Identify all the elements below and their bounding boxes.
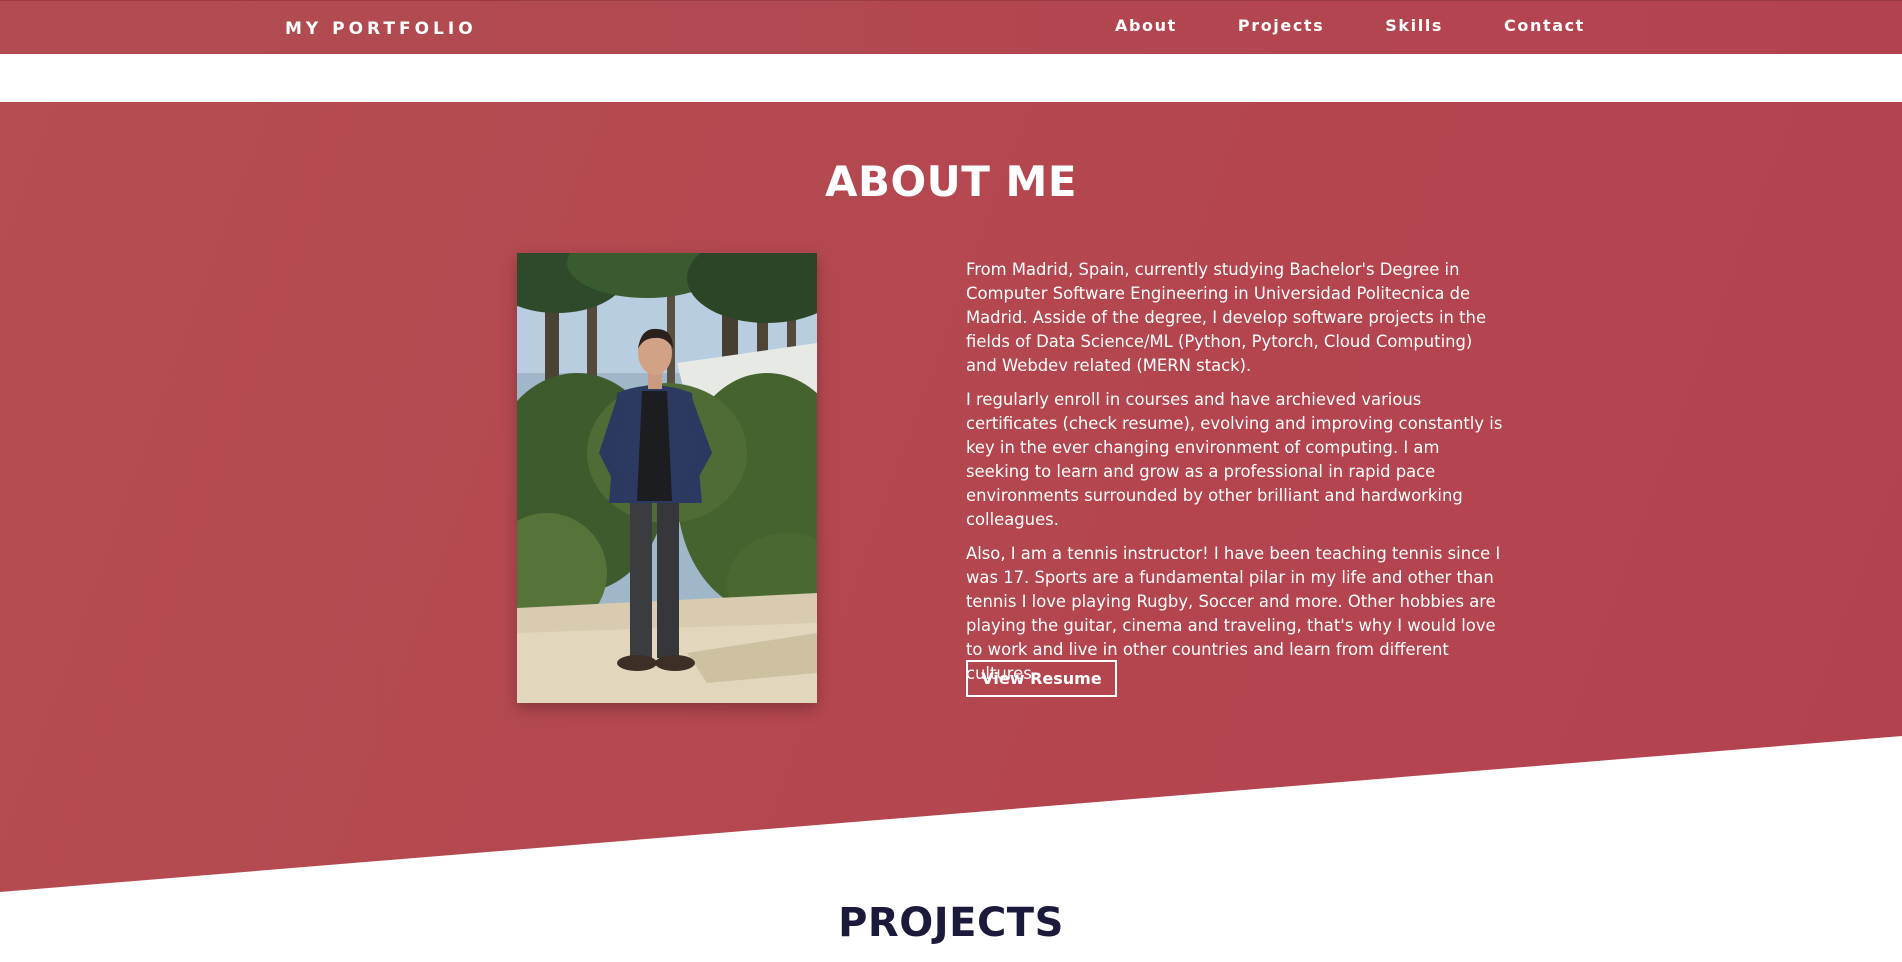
nav-link-contact[interactable]: Contact — [1504, 16, 1585, 35]
about-paragraph-1: From Madrid, Spain, currently studying B… — [966, 260, 1487, 375]
about-description: From Madrid, Spain, currently studying B… — [966, 258, 1506, 696]
nav-links: About Projects Skills Contact — [1115, 16, 1646, 35]
brand-logo-text[interactable]: MY PORTFOLIO — [285, 19, 477, 39]
nav-link-projects[interactable]: Projects — [1238, 16, 1324, 35]
nav-link-about[interactable]: About — [1115, 16, 1177, 35]
about-title: ABOUT ME — [824, 157, 1078, 206]
navbar: MY PORTFOLIO About Projects Skills Conta… — [0, 0, 1902, 54]
about-paragraph-2: I regularly enroll in courses and have a… — [966, 390, 1503, 529]
projects-title: PROJECTS — [838, 900, 1064, 946]
view-resume-button[interactable]: View Resume — [966, 660, 1117, 697]
profile-photo — [517, 253, 817, 703]
about-section-background — [0, 102, 1902, 892]
nav-link-skills[interactable]: Skills — [1385, 16, 1443, 35]
